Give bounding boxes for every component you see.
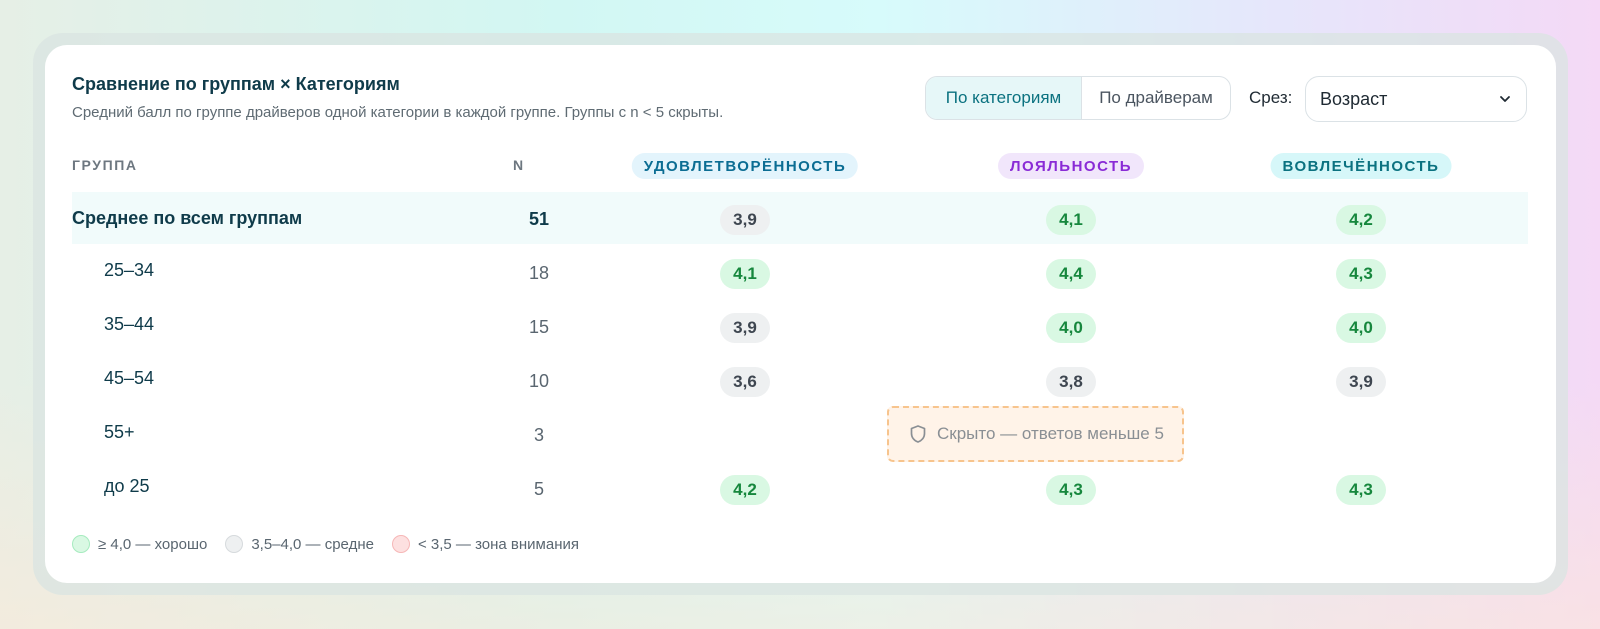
legend-item-medium: 3,5–4,0 — средне [225,535,374,553]
table-row: до 25 5 4,2 4,3 4,3 [72,462,1528,514]
group-name: 25–34 [104,260,155,280]
group-name: 55+ [104,422,135,442]
toggle-by-categories[interactable]: По категориям [926,77,1082,119]
group-name: 45–54 [104,368,155,388]
legend-dot-good [72,535,90,553]
group-n: 5 [533,479,544,499]
score-chip: 4,3 [1336,259,1386,289]
legend: ≥ 4,0 — хорошо 3,5–4,0 — средне < 3,5 — … [72,535,597,553]
score-chip: 4,3 [1336,475,1386,505]
legend-dot-medium [225,535,244,553]
chevron-down-icon [1500,96,1510,102]
view-toggle: По категориям По драйверам [925,76,1231,120]
score-chip: 4,0 [1046,313,1096,343]
hidden-group-notice: Скрыто — ответов меньше 5 [887,406,1184,462]
table-row: 25–34 18 4,1 4,4 4,3 [72,246,1528,298]
hidden-group-text: Скрыто — ответов меньше 5 [937,424,1164,443]
slice-select-value: Возраст [1320,88,1388,109]
legend-label: < 3,5 — зона внимания [417,535,579,553]
group-name: 35–44 [104,314,155,334]
group-name: Среднее по всем группам [72,208,303,228]
column-header-engagement: ВОВЛЕЧЁННОСТЬ [1270,153,1452,179]
column-header-loyalty: ЛОЯЛЬНОСТЬ [998,153,1144,179]
legend-label: 3,5–4,0 — средне [251,535,374,553]
score-chip: 4,4 [1046,259,1096,289]
column-header-n: N [513,157,525,173]
group-n: 15 [528,317,550,337]
card-title: Сравнение по группам × Категориям [72,74,400,94]
table-row: 45–54 10 3,6 3,8 3,9 [72,354,1528,406]
legend-dot-attention [391,535,410,553]
score-chip: 4,2 [720,475,770,505]
score-chip: 4,3 [1046,475,1096,505]
shield-icon [910,425,926,443]
table-row: 35–44 15 3,9 4,0 4,0 [72,300,1528,352]
column-header-satisfaction: УДОВЛЕТВОРЁННОСТЬ [631,153,859,179]
score-chip: 3,6 [720,367,770,397]
score-chip: 3,8 [1046,367,1096,397]
column-header-group: ГРУППА [72,157,138,173]
group-n: 10 [528,371,550,391]
group-n: 3 [533,425,544,445]
slice-label: Срез: [1249,88,1293,107]
score-chip: 3,9 [1336,367,1386,397]
score-chip: 4,2 [1336,205,1386,235]
score-chip: 3,9 [720,313,770,343]
score-chip: 4,1 [1046,205,1096,235]
group-n: 18 [528,263,550,283]
group-name: до 25 [104,476,150,496]
table-row-average: Среднее по всем группам 51 3,9 4,1 4,2 [72,192,1528,244]
score-chip: 4,1 [720,259,770,289]
table-row-hidden: 55+ 3 [72,408,1528,460]
toggle-by-drivers[interactable]: По драйверам [1082,77,1230,119]
score-chip: 4,0 [1336,313,1386,343]
legend-item-attention: < 3,5 — зона внимания [391,535,579,553]
legend-label: ≥ 4,0 — хорошо [98,535,208,553]
slice-select[interactable]: Возраст [1305,76,1527,122]
card-subtitle: Средний балл по группе драйверов одной к… [72,104,724,121]
legend-item-good: ≥ 4,0 — хорошо [72,535,207,553]
score-chip: 3,9 [720,205,770,235]
group-n: 51 [528,209,550,229]
